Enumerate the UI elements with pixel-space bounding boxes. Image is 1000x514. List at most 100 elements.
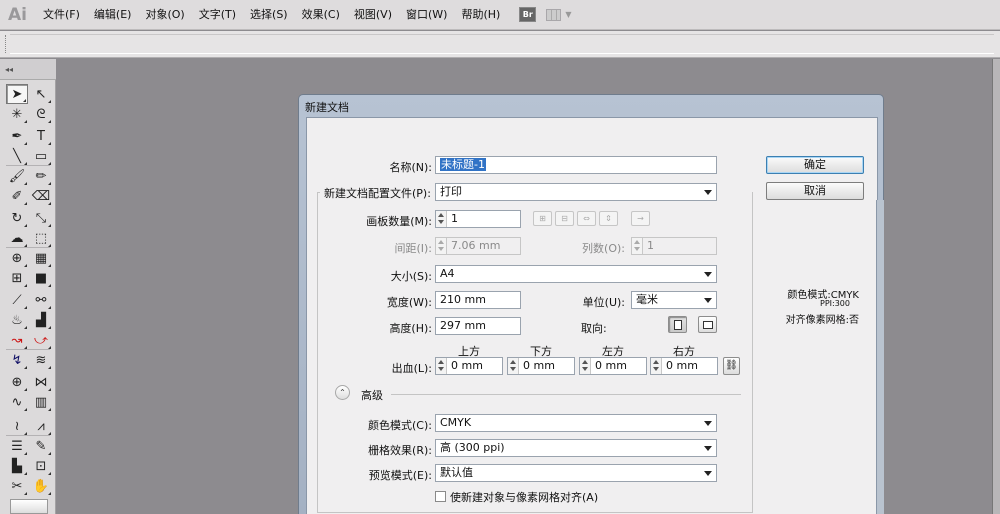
column-graph-tool[interactable]: ▟ xyxy=(30,310,52,330)
paintbrush-tool[interactable]: 🖌 xyxy=(6,166,28,186)
free-transform-tool[interactable]: ⬚ xyxy=(30,228,52,248)
blob-brush-tool[interactable]: ✐ xyxy=(6,186,28,206)
rotate-tool[interactable]: ↻ xyxy=(6,208,28,228)
blend-tool[interactable]: ⚯ xyxy=(30,290,52,310)
bleed-top-stepper[interactable]: 0 mm xyxy=(435,357,503,375)
panel-grip-handle[interactable] xyxy=(5,35,8,53)
arrange-documents-button[interactable]: ▼ xyxy=(546,8,571,21)
perspective-grid-icon: ▦ xyxy=(34,250,48,266)
menu-item-2[interactable]: 对象(O) xyxy=(138,0,191,30)
gradient-tool[interactable]: ■ xyxy=(30,268,52,288)
zigzag-tool[interactable]: ⩘ xyxy=(30,416,52,436)
columns-stepper: 1 xyxy=(631,237,717,255)
crosshair-tool[interactable]: ⊕ xyxy=(6,372,28,392)
artboards-stepper[interactable]: 1 xyxy=(435,210,521,228)
stepper-arrows[interactable] xyxy=(651,358,662,374)
bleed-bottom-value: 0 mm xyxy=(523,359,555,372)
direct-selection-tool[interactable]: ↖ xyxy=(30,84,52,104)
raster-select[interactable]: 高 (300 ppi) xyxy=(435,439,717,457)
landscape-button[interactable] xyxy=(698,316,717,333)
stepper-arrows[interactable] xyxy=(436,211,447,227)
symbol-sprayer-tool[interactable]: ♨ xyxy=(6,310,28,330)
menu-item-7[interactable]: 窗口(W) xyxy=(399,0,454,30)
preview-select[interactable]: 默认值 xyxy=(435,464,717,482)
tools-separator xyxy=(6,165,50,166)
arrange-by-row-icon[interactable]: ⇔ xyxy=(577,211,596,226)
lasso-tool[interactable]: ᘓ xyxy=(30,104,52,124)
advanced-toggle[interactable]: ⌃ xyxy=(335,385,350,400)
rectangle-tool[interactable]: ▭ xyxy=(30,146,52,166)
align-pixel-checkbox[interactable] xyxy=(435,491,446,502)
menu-item-4[interactable]: 选择(S) xyxy=(243,0,295,30)
warp-tool[interactable]: ☁ xyxy=(6,228,28,248)
selection-tool[interactable]: ➤ xyxy=(6,84,28,104)
menu-item-8[interactable]: 帮助(H) xyxy=(454,0,507,30)
new-document-dialog: 新建文档 名称(N): 未标题-1 确定 取消 新建文档配置文件(P): 打印 … xyxy=(298,94,884,514)
height-label: 高度(H): xyxy=(389,322,432,335)
scribble-tool[interactable]: ≀ xyxy=(6,416,28,436)
live-paint-tool[interactable]: ✎ xyxy=(30,436,52,456)
menu-item-1[interactable]: 编辑(E) xyxy=(87,0,139,30)
width-tool-red[interactable]: ↝ xyxy=(6,330,28,350)
stepper-arrows[interactable] xyxy=(436,358,447,374)
bleed-right-stepper[interactable]: 0 mm xyxy=(650,357,718,375)
profile-select[interactable]: 打印 xyxy=(435,183,717,201)
chart-tool[interactable]: ▙ xyxy=(6,456,28,476)
scale-icon: ⤡ xyxy=(35,210,47,226)
height-input[interactable]: 297 mm xyxy=(435,317,521,335)
eraser-tool[interactable]: ⌫ xyxy=(30,186,52,206)
portrait-button[interactable] xyxy=(668,316,687,333)
flyout-indicator xyxy=(24,492,27,495)
eyedropper-tool[interactable]: ⟋ xyxy=(6,290,28,310)
ok-button[interactable]: 确定 xyxy=(766,156,864,174)
path-tool-blue[interactable]: ↯ xyxy=(6,350,28,370)
list-tool[interactable]: ☰ xyxy=(6,436,28,456)
hand-tool[interactable]: ✋ xyxy=(30,476,52,496)
scale-tool[interactable]: ⤡ xyxy=(30,208,52,228)
perspective-grid-tool[interactable]: ▦ xyxy=(30,248,52,268)
size-select[interactable]: A4 xyxy=(435,265,717,283)
scribble-icon: ≀ xyxy=(14,418,20,434)
name-input[interactable]: 未标题-1 xyxy=(435,156,717,174)
menu-item-3[interactable]: 文字(T) xyxy=(192,0,243,30)
fill-stroke-swatch[interactable] xyxy=(10,499,48,514)
wave-tool-green[interactable]: ≋ xyxy=(30,350,52,370)
link-bleed-button[interactable]: ⛓ xyxy=(723,357,740,375)
artboard-tool[interactable]: ⊡ xyxy=(30,456,52,476)
shape-builder-tool[interactable]: ⊕ xyxy=(6,248,28,268)
menu-item-5[interactable]: 效果(C) xyxy=(295,0,347,30)
columns-value: 1 xyxy=(647,239,654,252)
cancel-button[interactable]: 取消 xyxy=(766,182,864,200)
arrange-by-column-icon[interactable]: ⇕ xyxy=(599,211,618,226)
grid-tool[interactable]: ▥ xyxy=(30,392,52,412)
stepper-arrows[interactable] xyxy=(508,358,519,374)
pen-tool[interactable]: ✒ xyxy=(6,126,28,146)
tools-panel-header[interactable]: ◂◂ xyxy=(0,59,56,80)
line-tool[interactable]: ╲ xyxy=(6,146,28,166)
color-mode-select[interactable]: CMYK xyxy=(435,414,717,432)
type-tool[interactable]: T xyxy=(30,126,52,146)
menu-item-0[interactable]: 文件(F) xyxy=(36,0,87,30)
bleed-left-stepper[interactable]: 0 mm xyxy=(579,357,647,375)
curve-tool-red[interactable]: ⤻ xyxy=(30,330,52,350)
bridge-button[interactable]: Br xyxy=(519,7,537,22)
right-panel-dock[interactable] xyxy=(992,59,1000,514)
blob-brush-icon: ✐ xyxy=(11,188,23,204)
wave-shape-tool[interactable]: ∿ xyxy=(6,392,28,412)
mesh-tool[interactable]: ⊞ xyxy=(6,268,28,288)
change-to-rtl-icon[interactable]: → xyxy=(631,211,650,226)
magic-wand-tool[interactable]: ✳ xyxy=(6,104,28,124)
width-input[interactable]: 210 mm xyxy=(435,291,521,309)
envelope-tool[interactable]: ⋈ xyxy=(30,372,52,392)
info-ppi: PPI:300 xyxy=(820,299,850,308)
zigzag-icon: ⩘ xyxy=(37,418,45,434)
units-select[interactable]: 毫米 xyxy=(631,291,717,309)
stepper-arrows[interactable] xyxy=(580,358,591,374)
bleed-bottom-stepper[interactable]: 0 mm xyxy=(507,357,575,375)
arrow-up-icon xyxy=(438,240,444,244)
menu-item-6[interactable]: 视图(V) xyxy=(347,0,399,30)
pencil-tool[interactable]: ✏ xyxy=(30,166,52,186)
slice-tool[interactable]: ✂ xyxy=(6,476,28,496)
grid-by-column-icon[interactable]: ⊟ xyxy=(555,211,574,226)
grid-by-row-icon[interactable]: ⊞ xyxy=(533,211,552,226)
